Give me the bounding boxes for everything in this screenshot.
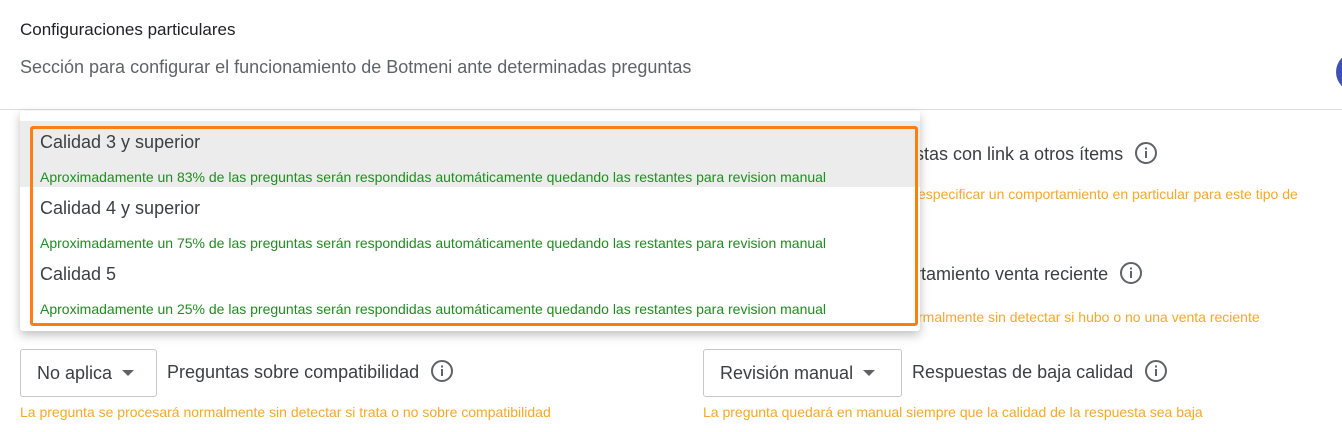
section-subtitle: Sección para configurar el funcionamient…: [20, 57, 692, 77]
low-quality-label-text: Respuestas de baja calidad: [912, 361, 1134, 382]
caret-down-icon: [122, 370, 135, 376]
caret-down-icon: [863, 370, 876, 376]
avatar-button[interactable]: [1336, 52, 1342, 92]
compatibility-select[interactable]: No aplica: [20, 349, 157, 397]
option-title: Calidad 5: [40, 264, 117, 284]
setting-label-venta-text: rtamiento venta reciente: [915, 263, 1109, 284]
option-title: Calidad 4 y superior: [40, 198, 201, 218]
option-title: Calidad 3 y superior: [40, 132, 201, 152]
info-icon[interactable]: [1119, 261, 1143, 285]
quality-dropdown-menu: Calidad 3 y superior Aproximadamente un …: [20, 111, 920, 331]
setting-label-links-text: stas con link a otros ítems: [915, 143, 1124, 164]
option-description: Aproximadamente un 25% de las preguntas …: [40, 301, 827, 317]
dropdown-option-calidad-4[interactable]: Calidad 4 y superior Aproximadamente un …: [20, 187, 920, 253]
dropdown-option-calidad-5[interactable]: Calidad 5 Aproximadamente un 25% de las …: [20, 253, 920, 319]
low-quality-label: Respuestas de baja calidad: [912, 359, 1168, 385]
setting-label-venta: rtamiento venta reciente: [915, 261, 1143, 287]
info-icon[interactable]: [1144, 359, 1168, 383]
option-description: Aproximadamente un 83% de las preguntas …: [40, 169, 827, 185]
info-icon[interactable]: [430, 359, 454, 383]
dropdown-option-calidad-3[interactable]: Calidad 3 y superior Aproximadamente un …: [20, 121, 920, 187]
section-header: Configuraciones particulares Sección par…: [0, 0, 1342, 110]
low-quality-select-value: Revisión manual: [720, 362, 854, 383]
low-quality-select[interactable]: Revisión manual: [703, 349, 902, 397]
section-title: Configuraciones particulares: [20, 20, 236, 39]
option-description: Aproximadamente un 75% de las preguntas …: [40, 235, 827, 251]
info-icon[interactable]: [1134, 141, 1158, 165]
compatibility-hint: La pregunta se procesará normalmente sin…: [20, 404, 551, 420]
compatibility-label-text: Preguntas sobre compatibilidad: [167, 361, 420, 382]
compatibility-select-value: No aplica: [37, 362, 113, 383]
low-quality-hint: La pregunta quedará en manual siempre qu…: [703, 404, 1203, 420]
setting-label-links: stas con link a otros ítems: [915, 141, 1158, 167]
compatibility-label: Preguntas sobre compatibilidad: [167, 359, 454, 385]
setting-hint-links: especificar un comportamiento en particu…: [918, 186, 1298, 202]
setting-hint-venta: rmalmente sin detectar si hubo o no una …: [918, 309, 1260, 325]
